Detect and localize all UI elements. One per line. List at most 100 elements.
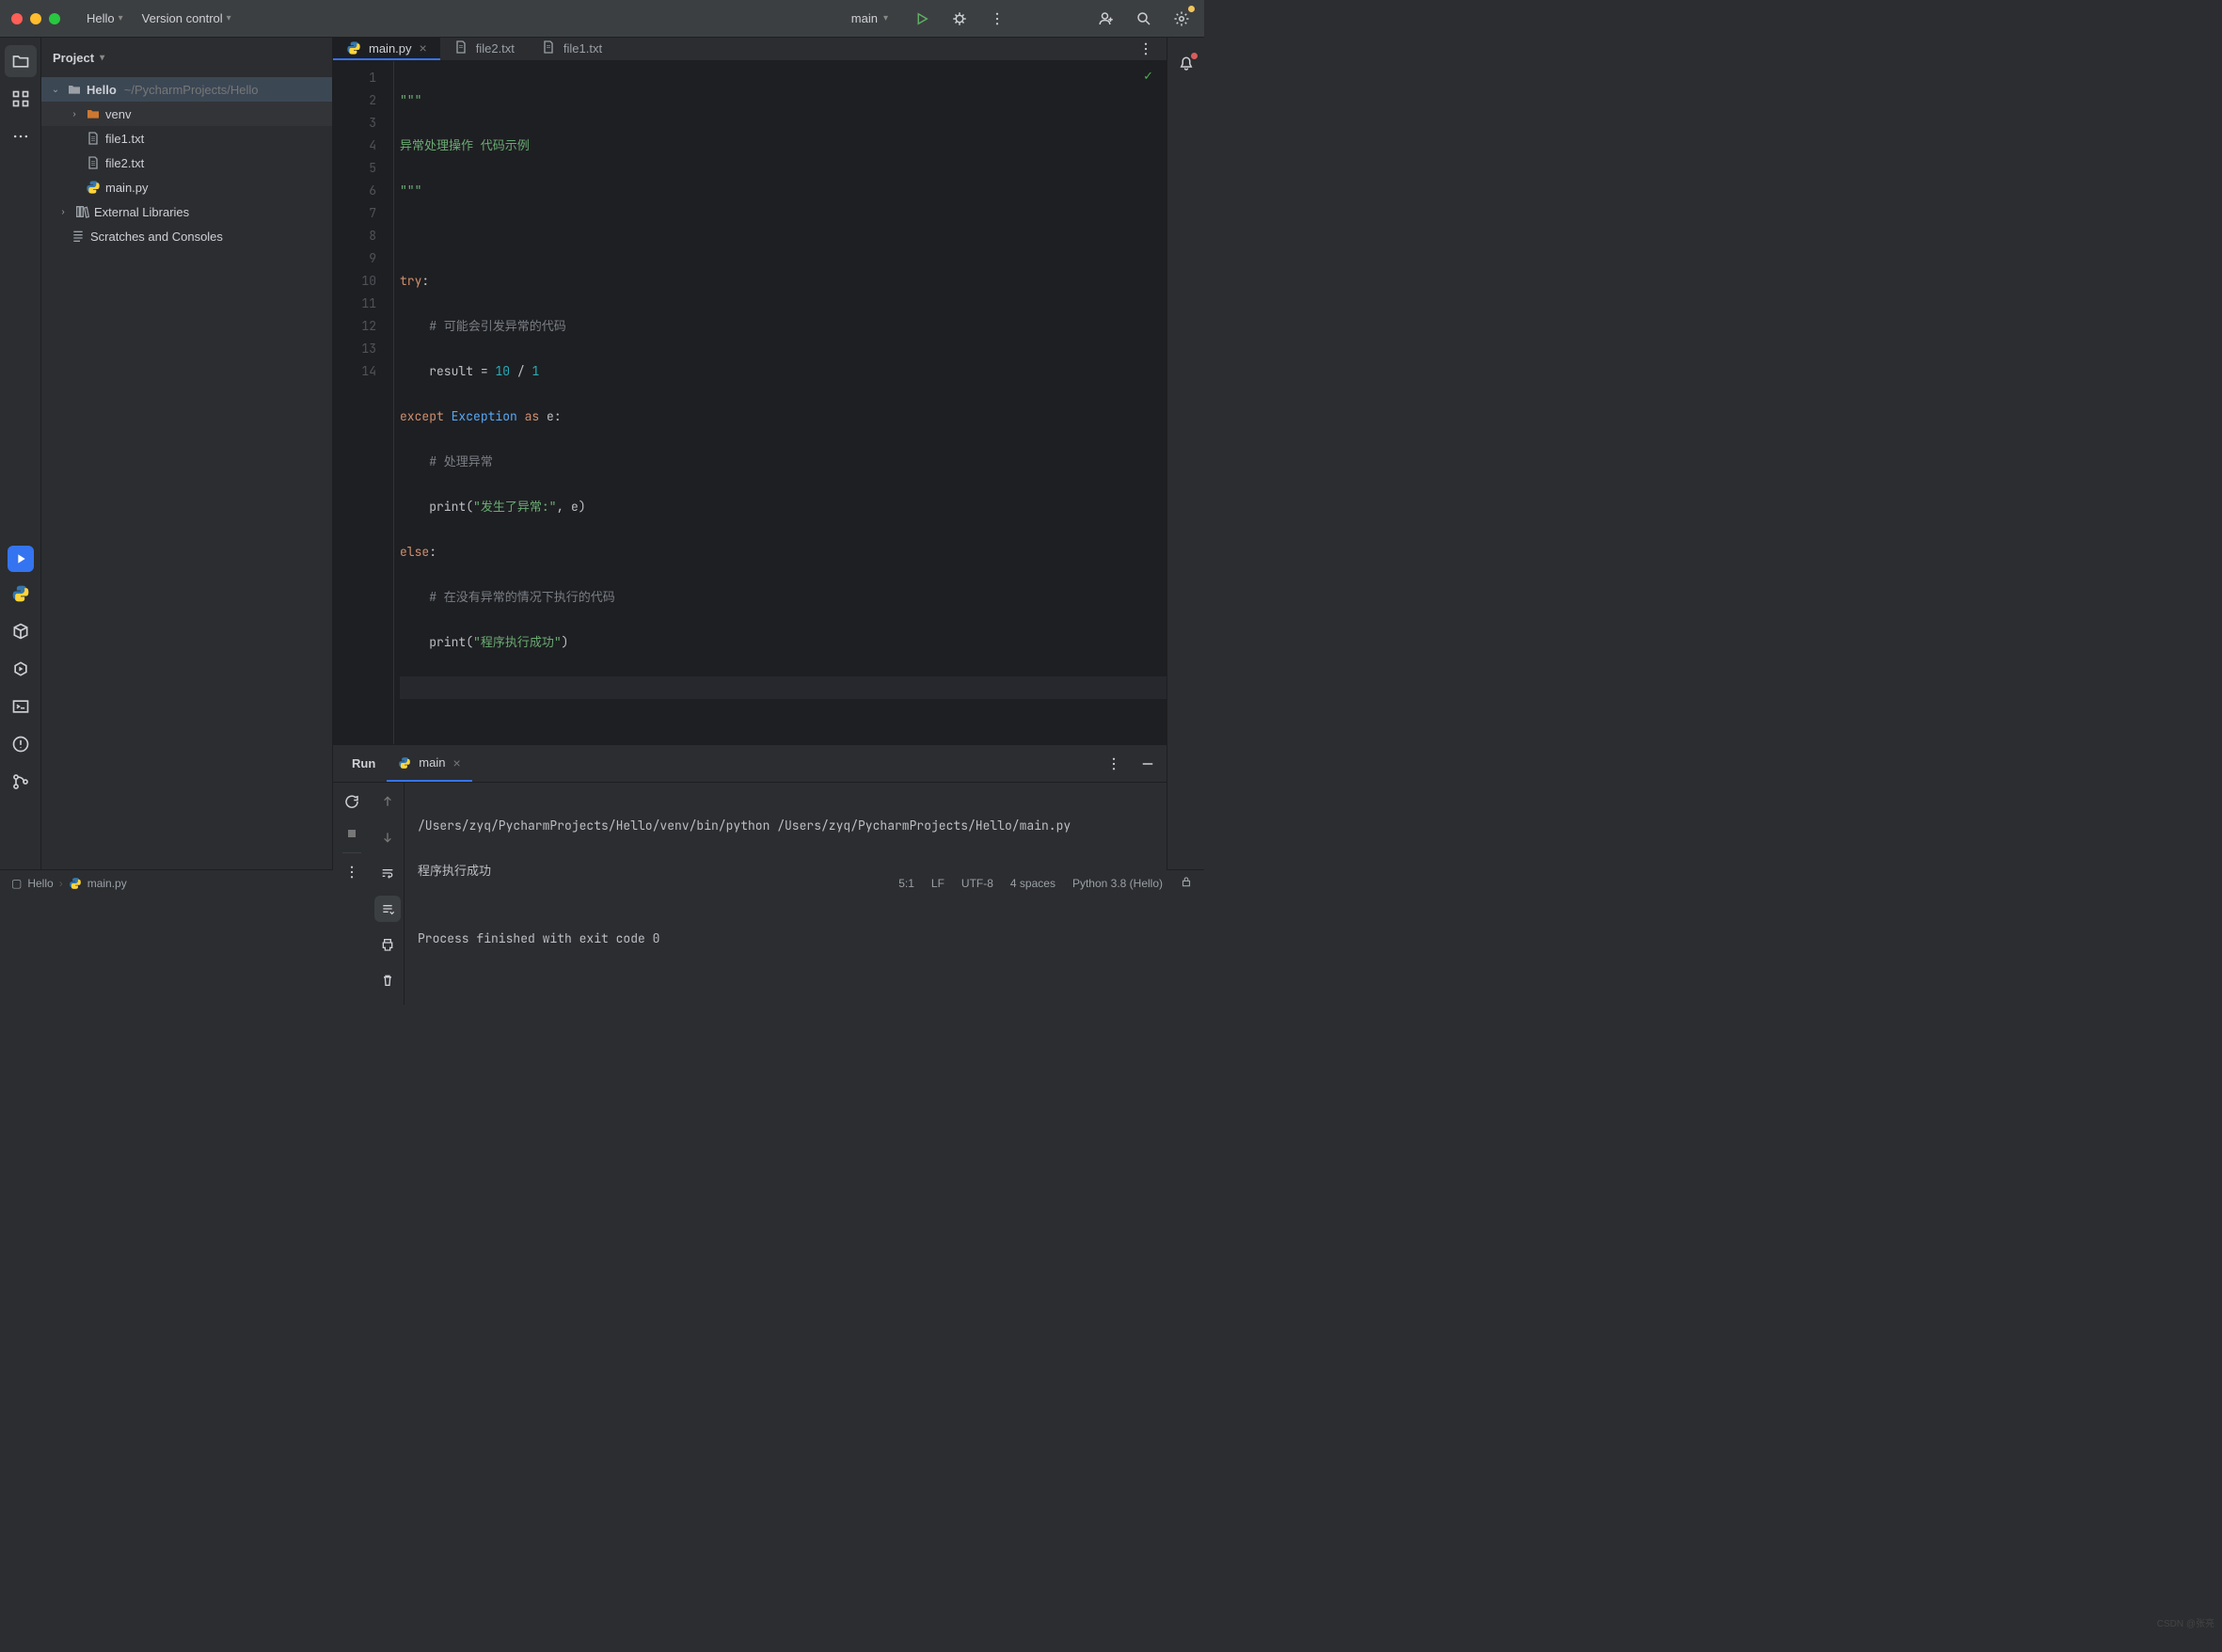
run-tool-button[interactable]: [8, 546, 34, 572]
code-text: (: [466, 634, 473, 650]
debug-button[interactable]: [948, 8, 971, 30]
close-icon[interactable]: ×: [420, 40, 427, 56]
code-text: result: [400, 363, 481, 379]
code-text: (: [466, 499, 473, 515]
run-panel-actions: [1103, 745, 1159, 782]
line-number: 12: [333, 315, 376, 338]
project-menu[interactable]: Hello ▾: [79, 8, 131, 29]
run-button[interactable]: [911, 8, 933, 30]
project-panel-title: Project: [53, 51, 94, 65]
packages-button[interactable]: [5, 615, 37, 647]
breadcrumb-item: Hello: [27, 877, 53, 890]
main-area: main.py × file2.txt file1.txt 1 2 3: [333, 38, 1167, 869]
tree-extlib-label: External Libraries: [94, 205, 189, 219]
indent-setting[interactable]: 4 spaces: [1010, 877, 1055, 890]
tab-file2[interactable]: file2.txt: [440, 38, 528, 60]
run-more-icon[interactable]: [1103, 753, 1125, 775]
line-number: 1: [333, 67, 376, 89]
tree-mainpy[interactable]: main.py: [41, 175, 332, 199]
collapse-icon[interactable]: ⌄: [49, 85, 62, 95]
tab-file1[interactable]: file1.txt: [528, 38, 615, 60]
project-panel: Project ▾ ⌄ Hello ~/PycharmProjects/Hell…: [41, 38, 333, 869]
settings-icon[interactable]: [1170, 8, 1193, 30]
watermark: CSDN @张亮: [2157, 1615, 2214, 1629]
scroll-up-icon[interactable]: [374, 788, 401, 815]
line-number: 14: [333, 360, 376, 383]
code-text: as: [517, 408, 547, 424]
line-number: 2: [333, 89, 376, 112]
more-tools-button[interactable]: [5, 120, 37, 152]
scroll-to-end-icon[interactable]: [374, 896, 401, 922]
inspection-ok-icon[interactable]: ✓: [1143, 69, 1153, 84]
code-editor[interactable]: 1 2 3 4 5 6 7 8 9 10 11 12 13 14 """ 异常处…: [333, 61, 1167, 744]
titlebar: Hello ▾ Version control ▾ main ▾: [0, 0, 1204, 38]
python-icon: [69, 877, 82, 890]
expand-icon[interactable]: ›: [56, 207, 70, 217]
code-text: ): [562, 634, 569, 650]
lock-icon[interactable]: [1180, 875, 1193, 891]
print-icon[interactable]: [374, 931, 401, 958]
file-encoding[interactable]: UTF-8: [961, 877, 993, 890]
terminal-button[interactable]: [5, 691, 37, 723]
expand-icon[interactable]: ›: [68, 109, 81, 119]
tab-bar-actions: [1135, 38, 1167, 60]
breadcrumb[interactable]: ▢ Hello › main.py: [11, 877, 127, 890]
code-text: /: [510, 363, 532, 379]
tree-scratches[interactable]: Scratches and Consoles: [41, 224, 332, 248]
project-tool-button[interactable]: [5, 45, 37, 77]
notifications-icon[interactable]: [1175, 53, 1198, 75]
tab-mainpy[interactable]: main.py ×: [333, 38, 440, 60]
problems-button[interactable]: [5, 728, 37, 760]
rerun-button[interactable]: [339, 788, 365, 815]
search-icon[interactable]: [1133, 8, 1155, 30]
line-ending[interactable]: LF: [931, 877, 944, 890]
hide-panel-icon[interactable]: [1136, 753, 1159, 775]
close-icon[interactable]: ×: [452, 755, 460, 770]
code-text: :: [421, 273, 429, 289]
code-text: =: [481, 363, 488, 379]
scroll-down-icon[interactable]: [374, 824, 401, 850]
more-menu[interactable]: [986, 8, 1008, 30]
tab-more-icon[interactable]: [1135, 38, 1157, 60]
console-more-icon[interactable]: [339, 859, 365, 885]
interpreter[interactable]: Python 3.8 (Hello): [1072, 877, 1163, 890]
maximize-window-button[interactable]: [49, 13, 60, 24]
services-button[interactable]: [5, 653, 37, 685]
vcs-menu[interactable]: Version control ▾: [135, 8, 239, 29]
code-text: else: [400, 544, 429, 560]
code-text: """: [400, 92, 421, 108]
editor-tabs: main.py × file2.txt file1.txt: [333, 38, 1167, 61]
run-tab-main[interactable]: main ×: [387, 745, 471, 782]
code-text: e:: [547, 408, 562, 424]
titlebar-right: main ▾: [838, 8, 1193, 30]
code-content[interactable]: """ 异常处理操作 代码示例 """ try: # 可能会引发异常的代码 re…: [393, 61, 1167, 744]
clear-icon[interactable]: [374, 967, 401, 993]
tree-external-libraries[interactable]: › External Libraries: [41, 199, 332, 224]
project-panel-header[interactable]: Project ▾: [41, 38, 332, 77]
stop-button[interactable]: [339, 820, 365, 847]
tree-root[interactable]: ⌄ Hello ~/PycharmProjects/Hello: [41, 77, 332, 102]
code-text: 10: [495, 363, 510, 379]
run-config-selector[interactable]: main ▾: [838, 8, 896, 29]
code-text: , e): [556, 499, 585, 515]
soft-wrap-icon[interactable]: [374, 860, 401, 886]
python-console-button[interactable]: [5, 578, 37, 610]
code-text: [400, 634, 429, 650]
project-tree: ⌄ Hello ~/PycharmProjects/Hello › venv f…: [41, 77, 332, 869]
tree-file2[interactable]: file2.txt: [41, 151, 332, 175]
tree-file1[interactable]: file1.txt: [41, 126, 332, 151]
console-output[interactable]: /Users/zyq/PycharmProjects/Hello/venv/bi…: [405, 783, 1167, 1005]
cursor-position[interactable]: 5:1: [898, 877, 914, 890]
close-window-button[interactable]: [11, 13, 23, 24]
tree-venv[interactable]: › venv: [41, 102, 332, 126]
tab-file1-label: file1.txt: [563, 41, 602, 56]
code-text: # 处理异常: [400, 453, 493, 469]
minimize-window-button[interactable]: [30, 13, 41, 24]
python-icon: [85, 180, 102, 195]
chevron-down-icon: ▾: [883, 13, 888, 24]
structure-tool-button[interactable]: [5, 83, 37, 115]
code-with-me-icon[interactable]: [1095, 8, 1118, 30]
tab-file2-label: file2.txt: [476, 41, 515, 56]
line-number: 10: [333, 270, 376, 293]
git-button[interactable]: [5, 766, 37, 798]
